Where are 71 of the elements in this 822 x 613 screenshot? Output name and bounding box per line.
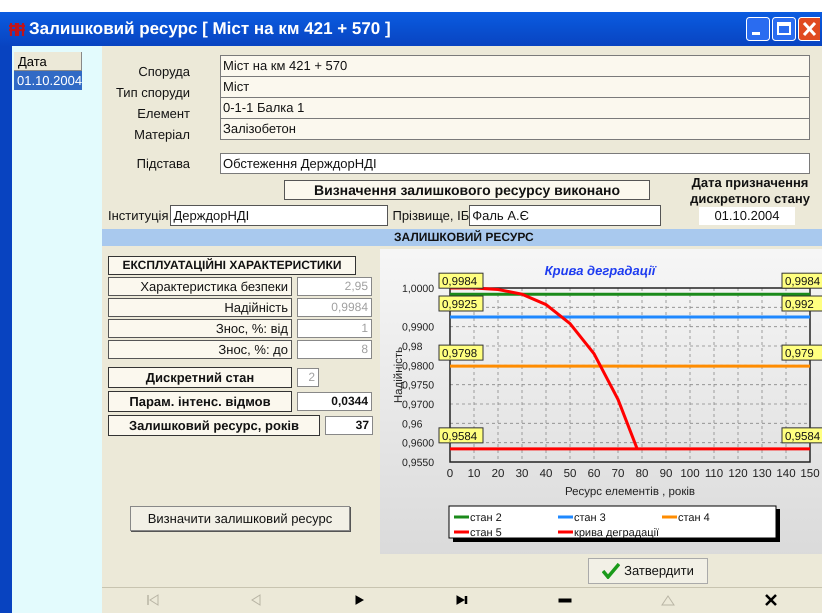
- tick-label: 0,9600: [402, 438, 434, 450]
- row-label: Знос, %: до: [108, 340, 292, 359]
- field-label: Інституція: [108, 206, 168, 225]
- tick-label: 60: [588, 468, 600, 480]
- value-label: 0,9584: [782, 427, 822, 444]
- field-label: Матеріал: [133, 126, 190, 144]
- tick-label: 70: [612, 468, 624, 480]
- legend-label: стан 3: [574, 512, 606, 524]
- tick-label: 100: [680, 468, 700, 480]
- axis-label: Ресурс елементів , років: [564, 486, 696, 498]
- tick-label: 1,0000: [402, 283, 434, 295]
- row-label: Характеристика безпеки: [108, 277, 292, 296]
- tick-label: 0,9700: [402, 399, 434, 411]
- value-label: 0,992: [782, 296, 822, 312]
- value-label: 0,9925: [438, 296, 484, 312]
- field-label: Прізвище, ІБ: [392, 206, 470, 225]
- field-label: Тип споруди: [114, 84, 190, 102]
- tick-label: 80: [636, 468, 648, 480]
- legend-item: стан 2: [454, 512, 502, 524]
- tick-label: 10: [468, 468, 480, 480]
- value-label: 0,9584: [438, 427, 484, 444]
- status-banner: Визначення залишкового ресурсу виконано: [284, 180, 650, 200]
- value-field: 2,95: [297, 277, 372, 296]
- tick-label: 90: [660, 468, 672, 480]
- result-label: Дискретний стан: [108, 367, 292, 388]
- section-header: ЗАЛИШКОВИЙ РЕСУРС: [102, 229, 822, 246]
- tick-label: 0,9550: [402, 457, 434, 469]
- tick-label: 0,96: [402, 418, 422, 430]
- legend-item: стан 5: [454, 527, 502, 539]
- legend-item: крива деградації: [558, 527, 660, 539]
- value-field: 1: [297, 319, 372, 338]
- value-field: 2: [297, 368, 319, 387]
- tick-label: 30: [516, 468, 528, 480]
- legend-label: стан 4: [678, 512, 710, 524]
- field-label: Елемент: [136, 104, 190, 122]
- value-label: 0,9984: [438, 272, 484, 289]
- window-title: Залишковий ресурс [ Міст на км 421 + 570 ]: [29, 18, 391, 40]
- field-label: Споруда: [137, 62, 190, 81]
- group-title: ЕКСПЛУАТАЦІЙНІ ХАРАКТЕРИСТИКИ: [108, 256, 356, 275]
- field-label: Підстава: [136, 154, 190, 173]
- legend-item: стан 3: [558, 512, 606, 524]
- result-label: Парам. інтенс. відмов: [108, 391, 292, 412]
- legend-label: стан 2: [470, 512, 502, 524]
- tick-label: 0,9800: [402, 360, 434, 372]
- tick-label: 0,98: [402, 341, 422, 353]
- tick-label: 0,9900: [402, 322, 434, 334]
- tick-label: 140: [776, 468, 796, 480]
- tick-label: 50: [564, 468, 576, 480]
- date-label: Дата призначення дискретного стану: [689, 175, 811, 207]
- tick-label: 40: [540, 468, 552, 480]
- tick-label: 150: [800, 468, 820, 480]
- chart-title: Крива деградації: [544, 263, 656, 278]
- value-label: 0,9984: [782, 272, 822, 289]
- legend-label: крива деградації: [574, 527, 660, 539]
- tick-label: 110: [704, 468, 724, 480]
- tick-label: 120: [728, 468, 748, 480]
- legend-item: стан 4: [662, 512, 710, 524]
- value-field: 0,0344: [297, 392, 372, 411]
- tick-label: 0,9750: [402, 380, 434, 392]
- legend-label: стан 5: [470, 527, 502, 539]
- row-label: Знос, %: від: [108, 319, 292, 338]
- value-field: 0,9984: [297, 298, 372, 317]
- value-field: 8: [297, 340, 372, 359]
- result-label: Залишковий ресурс, років: [108, 415, 320, 436]
- value-label: 0,979: [782, 344, 822, 361]
- tick-label: 130: [752, 468, 772, 480]
- tick-label: 20: [492, 468, 504, 480]
- tick-label: 0: [446, 468, 454, 480]
- value-label: 0,9798: [438, 344, 484, 361]
- row-label: Надійність: [108, 298, 292, 317]
- value-field: 37: [325, 416, 373, 435]
